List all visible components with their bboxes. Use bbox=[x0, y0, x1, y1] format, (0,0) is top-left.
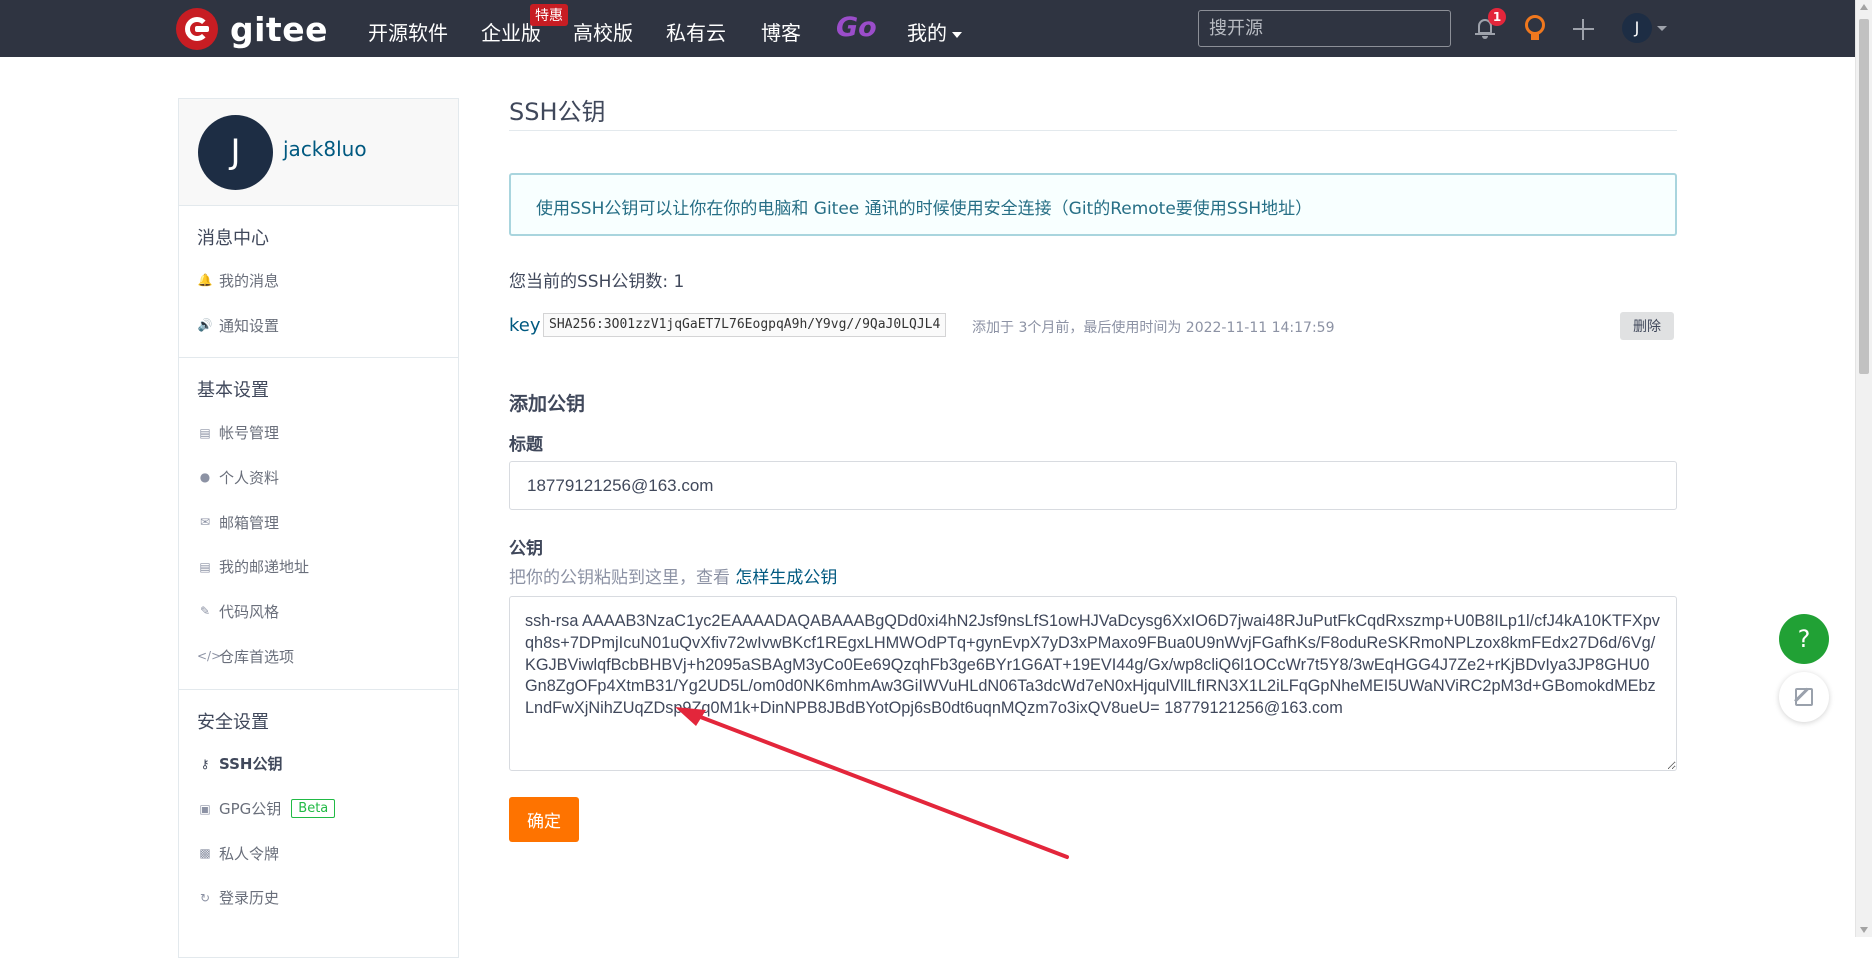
ssh-key-row: key SHA256:3O01zzV1jqGaET7L76EogpqA9h/Y9… bbox=[509, 312, 1677, 340]
group-security-settings: 安全设置 ⚷ SSH公钥 ▣ GPG公钥 Beta ▩ 私人令牌 ↻ 登录历史 bbox=[179, 690, 458, 931]
code-icon: </> bbox=[197, 649, 222, 664]
key-count-text: 您当前的SSH公钥数: 1 bbox=[509, 272, 685, 292]
key-hint: 把你的公钥粘贴到这里，查看 怎样生成公钥 bbox=[509, 563, 1677, 588]
key-label: 公钥 bbox=[509, 539, 543, 559]
sidebar-item-label: 仓库首选项 bbox=[219, 647, 295, 666]
lock-icon: ▣ bbox=[199, 801, 211, 816]
plus-icon[interactable] bbox=[1573, 19, 1594, 40]
sidebar-item-label: 帐号管理 bbox=[219, 424, 280, 443]
history-icon: ↻ bbox=[199, 890, 211, 905]
sidebar-item-my-messages[interactable]: 🔔 我的消息 bbox=[179, 258, 458, 303]
group-title: 消息中心 bbox=[197, 228, 269, 249]
scroll-down-arrow-icon[interactable] bbox=[1860, 927, 1868, 933]
promo-badge: 特惠 bbox=[530, 4, 568, 26]
nav-open-source[interactable]: 开源软件 bbox=[368, 17, 448, 46]
group-title: 基本设置 bbox=[197, 380, 269, 402]
top-navbar: gitee 开源软件 企业版 特惠 高校版 私有云 博客 Go 我的 1 J bbox=[0, 0, 1855, 57]
key-meta-text: 添加于 3个月前，最后使用时间为 2022-11-11 14:17:59 bbox=[972, 320, 1335, 336]
group-basic-settings: 基本设置 ▤ 帐号管理 ● 个人资料 ✉ 邮箱管理 ▤ 我的邮递地址 ✎ 代码风格 </>… bbox=[179, 358, 458, 690]
sidebar-item-label: 个人资料 bbox=[219, 468, 280, 487]
sidebar-item-address[interactable]: ▤ 我的邮递地址 bbox=[179, 544, 458, 589]
sidebar-item-gpg-keys[interactable]: ▣ GPG公钥 Beta bbox=[179, 786, 458, 831]
submit-button[interactable]: 确定 bbox=[509, 797, 579, 842]
title-label: 标题 bbox=[509, 435, 543, 455]
sidebar-item-profile[interactable]: ● 个人资料 bbox=[179, 455, 458, 500]
chevron-down-icon bbox=[952, 31, 962, 38]
group-title: 安全设置 bbox=[197, 711, 269, 733]
sidebar-item-label: 邮箱管理 bbox=[219, 513, 280, 532]
sidebar-item-label: 私人令牌 bbox=[219, 844, 280, 863]
brand-name: gitee bbox=[230, 9, 328, 49]
scroll-thumb[interactable] bbox=[1859, 19, 1869, 374]
help-button[interactable]: ? bbox=[1779, 614, 1829, 664]
group-messages: 消息中心 🔔 我的消息 🔊 通知设置 bbox=[179, 206, 458, 359]
lightbulb-icon[interactable] bbox=[1524, 15, 1546, 43]
sidebar-item-account[interactable]: ▤ 帐号管理 bbox=[179, 410, 458, 455]
beta-badge: Beta bbox=[291, 799, 336, 819]
user-card: J jack8luo bbox=[179, 99, 458, 206]
avatar-chevron-down-icon[interactable] bbox=[1657, 26, 1667, 31]
add-key-heading: 添加公钥 bbox=[509, 393, 586, 415]
nav-mine[interactable]: 我的 bbox=[907, 17, 962, 46]
sidebar-item-label: 通知设置 bbox=[219, 316, 280, 335]
notification-count-badge: 1 bbox=[1488, 8, 1506, 26]
nav-private-cloud[interactable]: 私有云 bbox=[666, 17, 726, 46]
feedback-edit-icon[interactable] bbox=[1779, 672, 1829, 722]
sidebar-item-label: SSH公钥 bbox=[219, 755, 283, 774]
id-card-icon: ▤ bbox=[199, 425, 211, 440]
main-content: SSH公钥 使用SSH公钥可以让你在你的电脑和 Gitee 通讯的时候使用安全连… bbox=[509, 92, 1677, 842]
sidebar-item-ssh-keys[interactable]: ⚷ SSH公钥 bbox=[179, 742, 458, 787]
key-fingerprint: SHA256:3O01zzV1jqGaET7L76EogpqA9h/Y9vg//… bbox=[543, 313, 947, 337]
key-name-link[interactable]: key bbox=[509, 315, 541, 336]
delete-key-button[interactable]: 删除 bbox=[1620, 312, 1674, 340]
page-title: SSH公钥 bbox=[509, 92, 1677, 131]
address-card-icon: ▤ bbox=[199, 559, 211, 574]
settings-sidebar: J jack8luo 消息中心 🔔 我的消息 🔊 通知设置 基本设置 ▤ 帐号管理 ●… bbox=[178, 98, 459, 958]
scroll-up-arrow-icon[interactable] bbox=[1860, 4, 1868, 10]
envelope-icon: ✉ bbox=[199, 515, 211, 530]
sidebar-item-label: 我的邮递地址 bbox=[219, 558, 310, 577]
search-input[interactable] bbox=[1198, 10, 1451, 47]
gitee-logo-icon bbox=[176, 8, 218, 50]
sidebar-item-label: 我的消息 bbox=[219, 271, 280, 290]
nav-blog[interactable]: 博客 bbox=[761, 17, 801, 46]
how-to-generate-link[interactable]: 怎样生成公钥 bbox=[735, 568, 837, 588]
page-scrollbar[interactable] bbox=[1855, 0, 1872, 937]
sidebar-item-label: 登录历史 bbox=[219, 889, 280, 908]
gitee-logo[interactable]: gitee bbox=[176, 8, 328, 50]
public-key-textarea[interactable]: ssh-rsa AAAAB3NzaC1yc2EAAAADAQABAAABgQDd… bbox=[509, 596, 1677, 771]
info-message: 使用SSH公钥可以让你在你的电脑和 Gitee 通讯的时候使用安全连接（Git的… bbox=[509, 173, 1677, 236]
sidebar-item-label: GPG公钥 bbox=[219, 800, 282, 819]
sidebar-item-login-history[interactable]: ↻ 登录历史 bbox=[179, 876, 458, 921]
sidebar-item-email[interactable]: ✉ 邮箱管理 bbox=[179, 500, 458, 545]
bell-icon: 🔔 bbox=[197, 273, 213, 288]
sidebar-item-tokens[interactable]: ▩ 私人令牌 bbox=[179, 831, 458, 876]
nav-education[interactable]: 高校版 bbox=[573, 17, 633, 46]
avatar[interactable]: J bbox=[198, 115, 273, 190]
user-icon: ● bbox=[199, 470, 211, 485]
sidebar-item-repo-prefs[interactable]: </> 仓库首选项 bbox=[179, 634, 458, 679]
nav-go[interactable]: Go bbox=[836, 12, 877, 43]
user-avatar-nav[interactable]: J bbox=[1622, 13, 1652, 43]
sidebar-item-code-style[interactable]: ✎ 代码风格 bbox=[179, 589, 458, 634]
key-hint-text: 把你的公钥粘贴到这里，查看 bbox=[509, 568, 730, 588]
paintbrush-icon: ✎ bbox=[199, 604, 211, 619]
speaker-icon: 🔊 bbox=[197, 318, 213, 333]
token-icon: ▩ bbox=[199, 846, 211, 861]
nav-mine-label: 我的 bbox=[907, 21, 947, 45]
key-title-input[interactable] bbox=[509, 461, 1677, 510]
sidebar-item-label: 代码风格 bbox=[219, 602, 280, 621]
key-icon: ⚷ bbox=[200, 756, 210, 771]
username-link[interactable]: jack8luo bbox=[283, 137, 367, 161]
sidebar-item-notify-settings[interactable]: 🔊 通知设置 bbox=[179, 303, 458, 348]
